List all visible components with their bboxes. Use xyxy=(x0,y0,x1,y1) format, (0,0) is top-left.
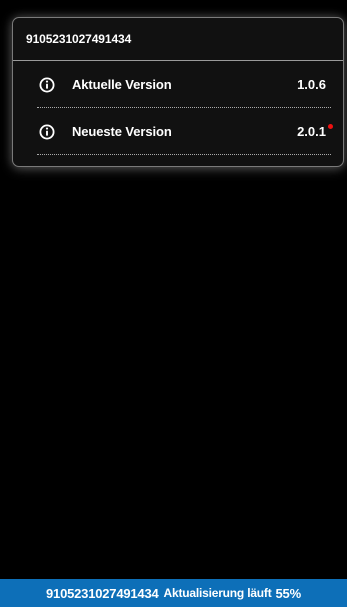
info-icon xyxy=(39,77,55,92)
update-status-bar: 9105231027491434 Aktualisierung läuft 55… xyxy=(0,579,347,607)
latest-version-row: Neueste Version 2.0.1 xyxy=(13,108,343,155)
latest-version-value: 2.0.1 xyxy=(297,124,333,139)
status-text: Aktualisierung läuft xyxy=(163,586,272,600)
version-card: 9105231027491434 Aktuelle Version 1.0.6 … xyxy=(12,17,344,167)
status-percent: 55% xyxy=(275,585,302,601)
card-title: 9105231027491434 xyxy=(26,32,132,46)
current-version-label: Aktuelle Version xyxy=(72,77,172,92)
latest-version-number: 2.0.1 xyxy=(297,124,326,139)
status-device-id: 9105231027491434 xyxy=(46,585,159,601)
update-screen: 9105231027491434 Aktuelle Version 1.0.6 … xyxy=(0,0,347,607)
latest-version-label: Neueste Version xyxy=(72,124,172,139)
current-version-row: Aktuelle Version 1.0.6 xyxy=(13,61,343,108)
info-icon xyxy=(39,124,55,139)
row-divider xyxy=(37,154,331,155)
update-available-dot xyxy=(328,124,333,129)
current-version-value: 1.0.6 xyxy=(297,77,326,92)
